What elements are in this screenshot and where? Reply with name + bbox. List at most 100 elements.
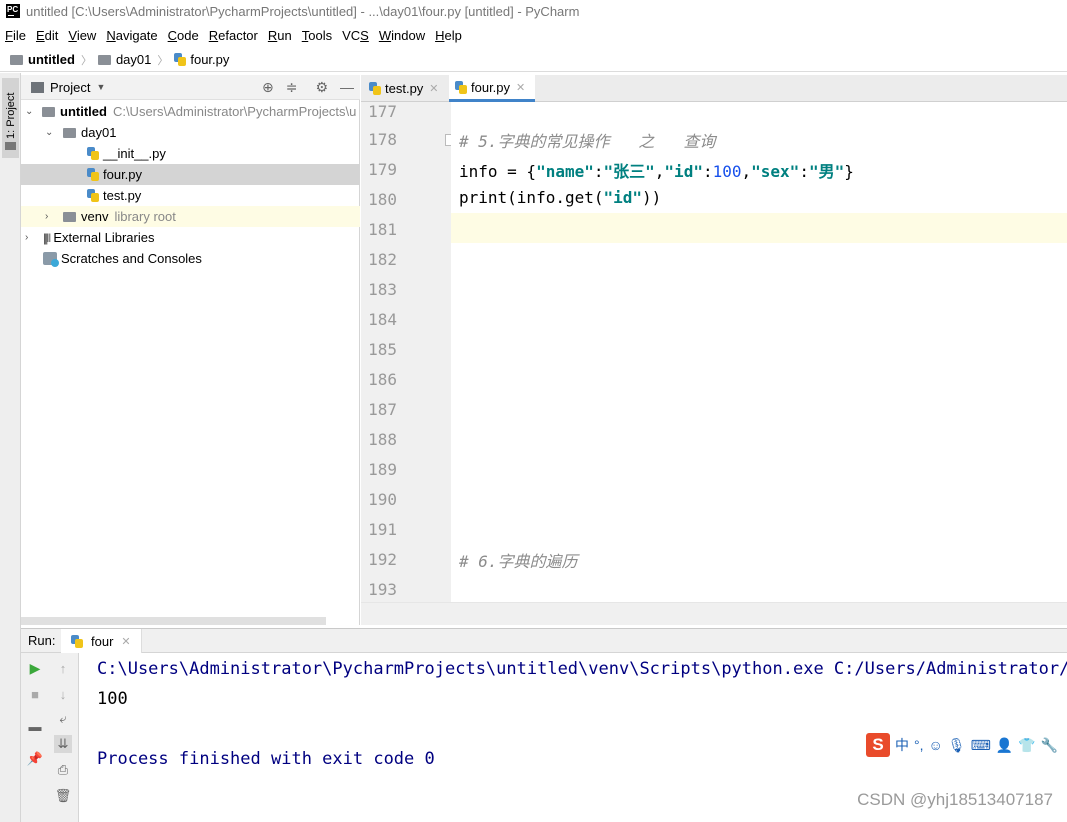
- tree-item-venv[interactable]: › venv library root: [21, 206, 360, 227]
- line-number-gutter: 177 178 179 180 181 182 183 184 185 186 …: [361, 102, 455, 602]
- menu-edit[interactable]: Edit: [31, 28, 63, 43]
- watermark: CSDN @yhj18513407187: [857, 790, 1053, 809]
- tree-file-label: test.py: [103, 188, 142, 203]
- tree-item-external-libraries[interactable]: › |||‖ External Libraries: [21, 227, 360, 248]
- line-number: 193: [368, 580, 397, 599]
- locate-icon[interactable]: ⊕: [262, 79, 274, 96]
- line-number: 179: [368, 160, 397, 179]
- tree-file-label: four.py: [103, 167, 143, 182]
- folder-icon: [10, 54, 23, 65]
- tree-root-path: C:\Users\Administrator\PycharmProjects\u: [112, 104, 357, 119]
- line-number: 189: [368, 460, 397, 479]
- tree-scratches-label: Scratches and Consoles: [61, 251, 202, 266]
- console-line: C:\Users\Administrator\PycharmProjects\u…: [97, 659, 1067, 679]
- menu-help[interactable]: Help: [430, 28, 467, 43]
- wrench-icon[interactable]: 🔧: [1041, 737, 1058, 754]
- pin-icon[interactable]: 📌: [26, 750, 44, 768]
- ime-toolbar: S 中 °, ☺ 🎙 ⌨ 👤 👕 🔧: [866, 732, 1067, 758]
- close-icon[interactable]: ✕: [121, 635, 130, 648]
- keyboard-icon[interactable]: ⌨: [971, 737, 991, 754]
- stop-icon[interactable]: ■: [26, 685, 44, 703]
- line-number: 182: [368, 250, 397, 269]
- console-line: Process finished with exit code 0: [97, 749, 435, 769]
- tab-test-py[interactable]: test.py ✕: [363, 75, 447, 102]
- python-file-icon: [174, 53, 187, 66]
- tree-item-day01[interactable]: ⌄ day01: [21, 122, 360, 143]
- line-number: 181: [368, 220, 397, 239]
- trash-icon[interactable]: 🗑: [54, 787, 72, 805]
- line-number: 191: [368, 520, 397, 539]
- close-icon[interactable]: ✕: [429, 82, 438, 95]
- code-editor[interactable]: # 5.字典的常见操作 之 查询 info = {"name":"张三","id…: [451, 102, 1067, 602]
- menu-refactor[interactable]: Refactor: [204, 28, 263, 43]
- sogou-logo-icon[interactable]: S: [866, 733, 890, 757]
- project-view-icon: [31, 81, 44, 93]
- scroll-to-end-icon[interactable]: ⇊: [54, 735, 72, 753]
- ime-punct[interactable]: °,: [914, 737, 924, 753]
- tree-item-scratches[interactable]: Scratches and Consoles: [21, 248, 360, 269]
- python-file-icon: [369, 82, 381, 95]
- emoji-icon[interactable]: ☺: [929, 737, 943, 753]
- project-tree: ⌄ untitled C:\Users\Administrator\Pychar…: [21, 100, 360, 625]
- close-icon[interactable]: ✕: [516, 81, 525, 94]
- chevron-down-icon[interactable]: ⌄: [45, 127, 53, 138]
- tree-external-label: External Libraries: [53, 230, 155, 245]
- line-number: 187: [368, 400, 397, 419]
- collapse-all-icon[interactable]: ≑: [286, 79, 298, 96]
- layout-icon[interactable]: ▬: [26, 717, 44, 735]
- chevron-right-icon[interactable]: ›: [45, 211, 48, 222]
- code-comment: # 6.字典的遍历: [459, 552, 578, 571]
- project-panel-title[interactable]: Project: [50, 80, 90, 95]
- rerun-icon[interactable]: ▶: [26, 659, 44, 677]
- menu-code[interactable]: Code: [163, 28, 204, 43]
- console-line: 100: [97, 689, 128, 709]
- line-number: 184: [368, 310, 397, 329]
- arrow-up-icon[interactable]: ↑: [54, 659, 72, 677]
- tree-item-init[interactable]: __init__.py: [21, 143, 360, 164]
- user-icon[interactable]: 👤: [996, 737, 1013, 754]
- tree-item-test[interactable]: test.py: [21, 185, 360, 206]
- run-toolbar: ▶ ↑ ■ ↓ ⤶ ▬ ⇊ 📌 ⎙ 🗑: [21, 653, 79, 822]
- chevron-right-icon[interactable]: ›: [25, 232, 28, 243]
- tree-item-four-selected[interactable]: four.py: [21, 164, 360, 185]
- line-number: 186: [368, 370, 397, 389]
- minimize-icon[interactable]: —: [340, 79, 354, 96]
- project-tool-tab[interactable]: 1: Project: [2, 78, 19, 158]
- dropdown-arrow-icon[interactable]: ▼: [96, 82, 105, 92]
- menu-navigate[interactable]: Navigate: [101, 28, 162, 43]
- tree-venv-note: library root: [114, 209, 176, 224]
- tool-window-strip: 1: Project: [0, 73, 21, 822]
- shirt-icon[interactable]: 👕: [1018, 737, 1035, 754]
- chevron-right-icon: 〉: [157, 54, 169, 67]
- breadcrumb-file[interactable]: four.py: [190, 52, 229, 67]
- microphone-icon[interactable]: 🎙: [948, 737, 966, 754]
- ime-mode[interactable]: 中: [895, 735, 909, 755]
- line-number: 190: [368, 490, 397, 509]
- print-icon[interactable]: ⎙: [54, 761, 72, 779]
- menu-vcs[interactable]: VCS: [337, 28, 374, 43]
- chevron-right-icon: 〉: [80, 54, 92, 67]
- menu-file[interactable]: File: [0, 28, 31, 43]
- python-file-icon: [87, 168, 99, 181]
- tree-item-root[interactable]: ⌄ untitled C:\Users\Administrator\Pychar…: [21, 101, 360, 122]
- tree-venv-label: venv: [81, 209, 109, 224]
- menu-window[interactable]: Window: [374, 28, 430, 43]
- tree-file-label: __init__.py: [103, 146, 166, 161]
- menu-tools[interactable]: Tools: [297, 28, 337, 43]
- tab-label: four.py: [471, 79, 511, 95]
- menu-run[interactable]: Run: [263, 28, 297, 43]
- menu-view[interactable]: View: [63, 28, 101, 43]
- tab-four-py[interactable]: four.py ✕: [449, 75, 535, 102]
- chevron-down-icon[interactable]: ⌄: [25, 106, 33, 117]
- tab-label: test.py: [385, 81, 424, 96]
- soft-wrap-icon[interactable]: ⤶: [54, 710, 72, 728]
- horizontal-scrollbar[interactable]: [21, 617, 326, 625]
- breadcrumb-project[interactable]: untitled: [28, 52, 75, 67]
- arrow-down-icon[interactable]: ↓: [54, 685, 72, 703]
- breadcrumb-folder[interactable]: day01: [116, 52, 151, 67]
- line-number: 188: [368, 430, 397, 449]
- gear-icon[interactable]: ⚙: [315, 79, 328, 96]
- run-tab-four[interactable]: four ✕: [61, 629, 142, 653]
- line-number: 185: [368, 340, 397, 359]
- library-icon: |||‖: [43, 230, 51, 245]
